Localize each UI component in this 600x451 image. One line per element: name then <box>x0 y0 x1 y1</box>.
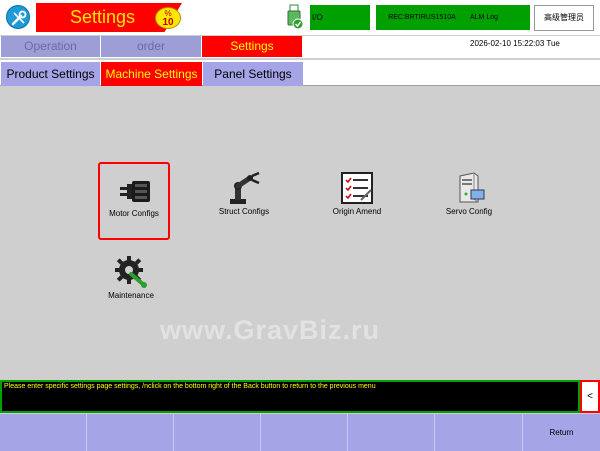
bottom-button-1[interactable] <box>0 414 87 451</box>
bottom-toolbar: Return <box>0 414 600 451</box>
motor-icon <box>120 181 150 202</box>
server-icon <box>459 172 485 203</box>
rec-status[interactable]: REC:BRTIRUS1510A <box>376 5 468 30</box>
top-bar: Settings % 10 I/O REC:BRTIRUS1510A ALM L… <box>0 0 600 35</box>
tile-label: Maintenance <box>108 291 154 300</box>
user-role-button[interactable]: 高级管理员 <box>534 5 594 31</box>
tile-struct-configs[interactable]: Struct Configs <box>208 162 280 240</box>
watermark: www.GravBiz.ru <box>160 315 381 345</box>
message-bar: Please enter specific settings page sett… <box>0 380 580 413</box>
settings-content: Motor Configs Struct Configs Origin Amen… <box>0 87 600 379</box>
bottom-button-4[interactable] <box>261 414 348 451</box>
subtab-machine-settings[interactable]: Machine Settings <box>101 62 202 86</box>
tile-label: Struct Configs <box>218 207 270 216</box>
tile-origin-amend[interactable]: Origin Amend <box>321 162 393 240</box>
datetime: 2026-02-10 15:22:03 Tue <box>470 39 560 48</box>
page-title-text: Settings <box>70 7 136 27</box>
checklist-icon <box>341 172 373 204</box>
bottom-button-5[interactable] <box>348 414 435 451</box>
subtab-panel-settings[interactable]: Panel Settings <box>203 62 303 86</box>
tile-label: Origin Amend <box>332 207 382 216</box>
alarm-log-button[interactable]: ALM Log <box>468 5 530 30</box>
bottom-button-2[interactable] <box>87 414 174 451</box>
robot-arm-icon <box>230 171 260 204</box>
sub-nav: Product Settings Machine Settings Panel … <box>0 60 600 86</box>
tab-order[interactable]: order <box>101 36 201 57</box>
tile-label: Motor Configs <box>109 209 159 218</box>
message-text: Please enter specific settings page sett… <box>4 383 376 390</box>
speed-badge[interactable]: % 10 <box>155 7 181 29</box>
tools-icon[interactable] <box>6 5 30 29</box>
tab-operation[interactable]: Operation <box>1 36 100 57</box>
back-button[interactable]: < <box>580 380 600 413</box>
tile-servo-config[interactable]: Servo Config <box>433 162 505 240</box>
usb-icon <box>287 4 304 30</box>
tab-settings[interactable]: Settings <box>202 36 302 57</box>
io-button[interactable]: I/O <box>310 5 370 30</box>
bottom-button-3[interactable] <box>174 414 261 451</box>
main-nav: Operation order Settings 2026-02-10 15:2… <box>0 36 600 58</box>
tile-label: Servo Config <box>445 207 493 216</box>
return-button[interactable]: Return <box>522 414 600 451</box>
tile-maintenance[interactable]: Maintenance <box>95 246 167 324</box>
subtab-product-settings[interactable]: Product Settings <box>1 62 100 86</box>
gear-wrench-icon <box>115 256 147 288</box>
speed-value: 10 <box>162 17 174 28</box>
tile-motor-configs[interactable]: Motor Configs <box>98 162 170 240</box>
